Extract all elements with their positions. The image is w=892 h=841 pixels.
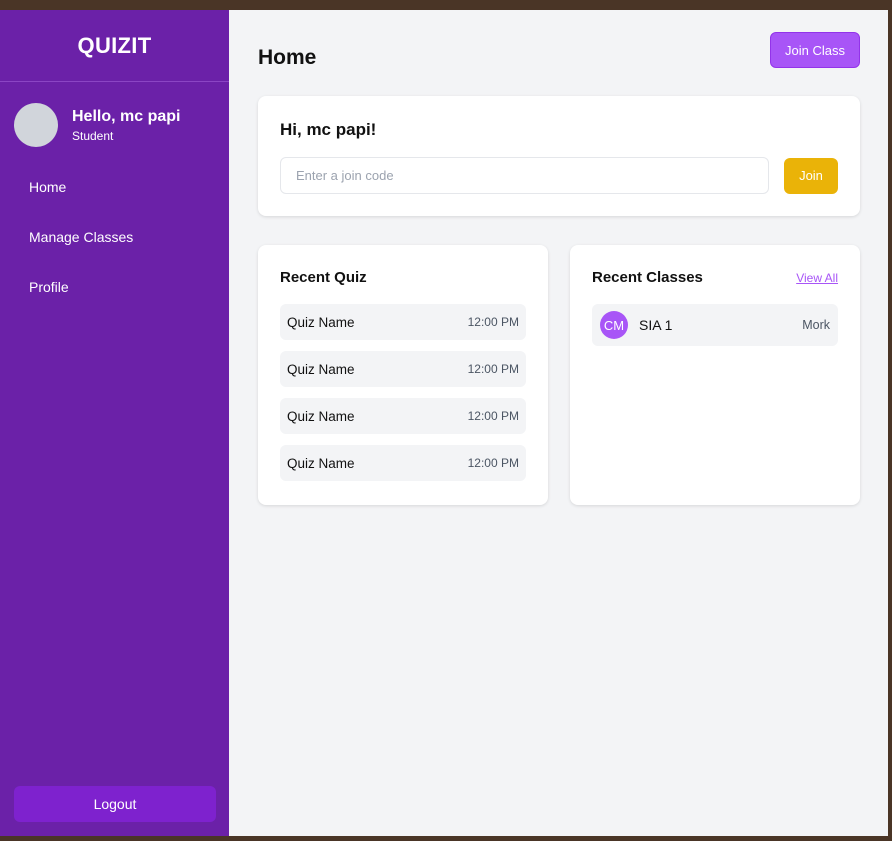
dashboard-grid: Recent Quiz Quiz Name 12:00 PM Quiz Name… bbox=[258, 245, 860, 505]
recent-quiz-list: Quiz Name 12:00 PM Quiz Name 12:00 PM Qu… bbox=[280, 304, 526, 481]
main-content: Home Join Class Hi, mc papi! Join Recent… bbox=[229, 10, 888, 836]
quiz-name: Quiz Name bbox=[287, 408, 355, 424]
class-name: SIA 1 bbox=[639, 317, 673, 333]
quiz-time: 12:00 PM bbox=[467, 456, 519, 470]
join-button[interactable]: Join bbox=[784, 157, 838, 194]
recent-quiz-header: Recent Quiz bbox=[280, 269, 526, 286]
header: Home Join Class bbox=[258, 10, 860, 96]
recent-classes-header: Recent Classes View All bbox=[592, 269, 838, 286]
class-teacher: Mork bbox=[802, 318, 830, 332]
sidebar-item-home[interactable]: Home bbox=[0, 171, 229, 221]
quiz-time: 12:00 PM bbox=[467, 315, 519, 329]
sidebar-nav: Home Manage Classes Profile bbox=[0, 171, 229, 321]
list-item[interactable]: Quiz Name 12:00 PM bbox=[280, 304, 526, 340]
quiz-time: 12:00 PM bbox=[467, 409, 519, 423]
recent-classes-panel: Recent Classes View All CM SIA 1 Mork bbox=[570, 245, 860, 505]
user-greeting: Hello, mc papi bbox=[72, 107, 181, 125]
sidebar: QUIZIT Hello, mc papi Student Home Manag… bbox=[0, 10, 229, 836]
quiz-name: Quiz Name bbox=[287, 361, 355, 377]
logout-button[interactable]: Logout bbox=[14, 786, 216, 822]
join-code-input[interactable] bbox=[280, 157, 769, 194]
welcome-heading: Hi, mc papi! bbox=[280, 120, 377, 139]
avatar bbox=[14, 103, 58, 147]
list-item[interactable]: Quiz Name 12:00 PM bbox=[280, 398, 526, 434]
recent-quiz-title: Recent Quiz bbox=[280, 269, 367, 286]
app-window: QUIZIT Hello, mc papi Student Home Manag… bbox=[0, 10, 888, 836]
profile-text: Hello, mc papi Student bbox=[72, 108, 180, 143]
quiz-name: Quiz Name bbox=[287, 314, 355, 330]
join-code-row: Join bbox=[280, 157, 838, 194]
join-class-button[interactable]: Join Class bbox=[770, 32, 860, 68]
brand-logo: QUIZIT bbox=[0, 10, 229, 82]
list-item[interactable]: Quiz Name 12:00 PM bbox=[280, 445, 526, 481]
sidebar-item-manage-classes[interactable]: Manage Classes bbox=[0, 221, 229, 271]
class-initials-badge: CM bbox=[600, 311, 628, 339]
quiz-name: Quiz Name bbox=[287, 455, 355, 471]
sidebar-item-profile[interactable]: Profile bbox=[0, 271, 229, 321]
page-title: Home bbox=[258, 46, 317, 69]
recent-quiz-panel: Recent Quiz Quiz Name 12:00 PM Quiz Name… bbox=[258, 245, 548, 505]
list-item[interactable]: Quiz Name 12:00 PM bbox=[280, 351, 526, 387]
join-code-card: Hi, mc papi! Join bbox=[258, 96, 860, 216]
user-role: Student bbox=[72, 128, 114, 143]
view-all-link[interactable]: View All bbox=[796, 271, 838, 285]
list-item[interactable]: CM SIA 1 Mork bbox=[592, 304, 838, 346]
recent-classes-list: CM SIA 1 Mork bbox=[592, 304, 838, 346]
recent-classes-title: Recent Classes bbox=[592, 269, 703, 286]
quiz-time: 12:00 PM bbox=[467, 362, 519, 376]
user-profile: Hello, mc papi Student bbox=[0, 82, 229, 147]
